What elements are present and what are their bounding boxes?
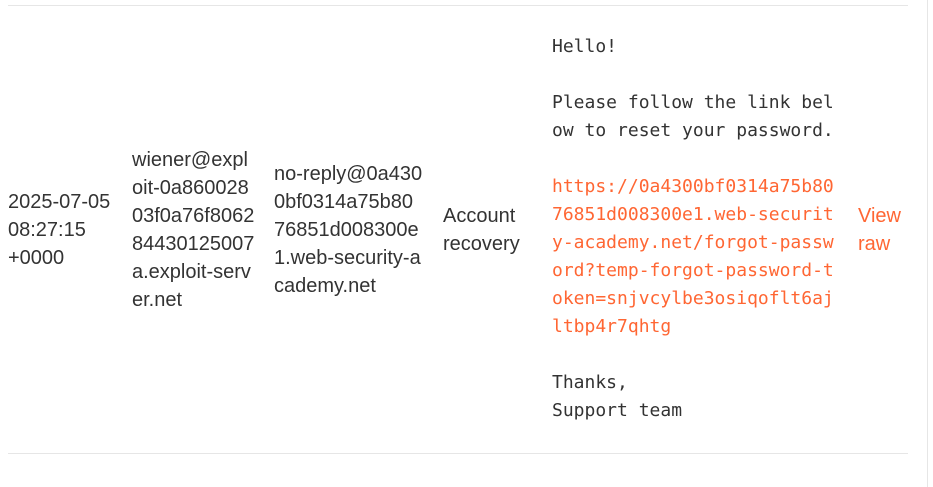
email-from: no-reply@0a4300bf0314a75b8076851d008300e…: [274, 162, 423, 297]
view-raw-link[interactable]: View raw: [858, 202, 908, 258]
email-body: Hello! Please follow the link below to r…: [552, 33, 840, 425]
email-row: 2025-07-05 08:27:15 +0000 wiener@exploit…: [8, 6, 908, 454]
email-body-cell: Hello! Please follow the link below to r…: [552, 6, 858, 454]
email-subject: Account recovery: [443, 204, 520, 255]
scrollbar[interactable]: [927, 0, 933, 487]
email-action-cell: View raw: [858, 6, 908, 454]
reset-password-link[interactable]: https://0a4300bf0314a75b8076851d008300e1…: [552, 176, 834, 337]
email-from-cell: no-reply@0a4300bf0314a75b8076851d008300e…: [274, 6, 443, 454]
email-to: wiener@exploit-0a86002803f0a76f806284430…: [132, 148, 255, 311]
body-text: Please follow the link below to reset yo…: [552, 92, 834, 141]
body-greeting: Hello!: [552, 36, 618, 57]
email-table: 2025-07-05 08:27:15 +0000 wiener@exploit…: [8, 5, 908, 454]
email-date: 2025-07-05 08:27:15 +0000: [8, 190, 111, 269]
body-signoff: Thanks,: [552, 372, 628, 393]
body-signature: Support team: [552, 400, 683, 421]
email-to-cell: wiener@exploit-0a86002803f0a76f806284430…: [132, 6, 274, 454]
